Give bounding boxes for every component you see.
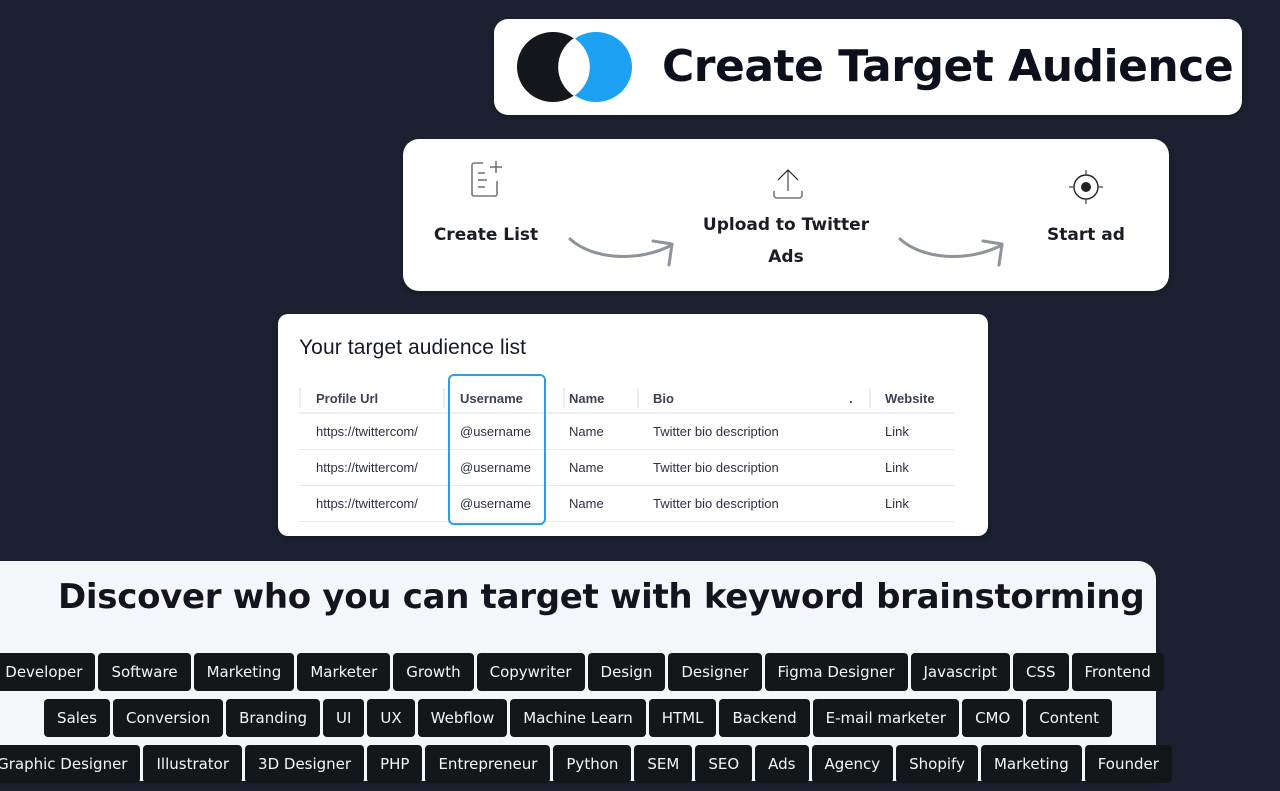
steps-card: Create List Upload to Twitter Ads Start … <box>403 139 1169 291</box>
cell-website[interactable]: Link <box>869 449 955 486</box>
keyword-chip[interactable]: Growth <box>393 653 474 691</box>
target-icon <box>1069 170 1103 204</box>
cell-website[interactable]: Link <box>869 485 955 522</box>
cell-username: @username <box>443 485 563 522</box>
keyword-chip[interactable]: Illustrator <box>143 745 243 783</box>
keyword-chip[interactable]: Copywriter <box>476 653 585 691</box>
keyword-chip[interactable]: Founder <box>1084 745 1172 783</box>
keyword-chip[interactable]: Sales <box>44 699 110 737</box>
step-label: Upload to Twitter <box>702 215 870 235</box>
keyword-brainstorm-card: Discover who you can target with keyword… <box>0 561 1172 783</box>
cell-bio: Twitter bio description <box>637 412 849 450</box>
table-row[interactable]: https://twittercom/ @username Name Twitt… <box>299 412 955 450</box>
cell-extra <box>849 412 869 450</box>
keyword-chip[interactable]: Content <box>1026 699 1112 737</box>
arrow-icon <box>898 237 1004 267</box>
column-header-label: Bio <box>653 390 674 406</box>
keyword-chip[interactable]: Ads <box>755 745 809 783</box>
logo-icon <box>517 32 632 102</box>
keyword-chip[interactable]: 3D Designer <box>245 745 365 783</box>
column-header-label: Name <box>569 390 605 406</box>
keyword-chip[interactable]: Backend <box>719 699 810 737</box>
keyword-chip[interactable]: Branding <box>226 699 320 737</box>
keyword-chip[interactable]: UI <box>322 699 365 737</box>
keyword-chip[interactable]: Frontend <box>1071 653 1164 691</box>
column-header-website[interactable]: Website <box>869 384 955 413</box>
keyword-chip[interactable]: Marketing <box>980 745 1082 783</box>
keyword-chip[interactable]: Javascript <box>910 653 1010 691</box>
column-header-name[interactable]: Name <box>563 384 637 413</box>
column-header-label: Website <box>885 390 935 406</box>
step-upload-twitter-ads[interactable]: Upload to Twitter Ads <box>693 209 879 273</box>
keyword-chip[interactable]: Shopify <box>896 745 978 783</box>
keyword-chip[interactable]: Figma Designer <box>764 653 908 691</box>
keyword-chip[interactable]: Software <box>98 653 191 691</box>
step-label: Start ad <box>1047 225 1125 245</box>
keyword-chip[interactable]: Agency <box>811 745 894 783</box>
table-title: Your target audience list <box>299 336 527 359</box>
keyword-row: Graphic Designer Illustrator 3D Designer PH… <box>0 745 1172 783</box>
keyword-chip[interactable]: PHP <box>367 745 423 783</box>
cell-name: Name <box>563 485 637 522</box>
keyword-chip[interactable]: UX <box>367 699 415 737</box>
table-header-row: Profile Url Username Name Bio . Website <box>299 384 955 413</box>
keyword-chip[interactable]: Graphic Designer <box>0 745 141 783</box>
cell-name: Name <box>563 449 637 486</box>
table-row[interactable]: https://twittercom/ @username Name Twitt… <box>299 485 955 522</box>
keyword-chip[interactable]: CSS <box>1012 653 1069 691</box>
keyword-chip[interactable]: Designer <box>668 653 762 691</box>
cell-website[interactable]: Link <box>869 412 955 450</box>
list-add-icon <box>471 161 502 197</box>
keyword-chip[interactable]: Developer <box>0 653 96 691</box>
keyword-chip[interactable]: Marketing <box>193 653 295 691</box>
title-card: Create Target Audience <box>494 19 1242 115</box>
step-create-list[interactable]: Create List <box>428 219 544 251</box>
cell-extra <box>849 485 869 522</box>
audience-table: Profile Url Username Name Bio . Website … <box>299 384 955 522</box>
keyword-chip[interactable]: E-mail marketer <box>812 699 960 737</box>
keyword-row: Developer Software Marketing Marketer Growth… <box>0 653 1164 691</box>
audience-table-card: Your target audience list Profile Url Us… <box>278 314 988 536</box>
column-header-profile-url[interactable]: Profile Url <box>299 384 443 413</box>
keyword-section-title: Discover who you can target with keyword… <box>58 577 1145 617</box>
column-header-bio[interactable]: Bio <box>637 384 849 413</box>
page-title: Create Target Audience <box>662 41 1234 92</box>
step-start-ad[interactable]: Start ad <box>1031 219 1141 251</box>
keyword-chip[interactable]: CMO <box>962 699 1024 737</box>
keyword-row: Sales Conversion Branding UI UX Webflow Machin… <box>0 699 1156 737</box>
table-row[interactable]: https://twittercom/ @username Name Twitt… <box>299 449 955 486</box>
upload-icon <box>773 169 803 199</box>
keyword-chip[interactable]: HTML <box>648 699 717 737</box>
keyword-chip-list: Developer Software Marketing Marketer Growth… <box>0 653 1172 791</box>
cell-username: @username <box>443 412 563 450</box>
keyword-chip[interactable]: Marketer <box>297 653 391 691</box>
keyword-chip[interactable]: Machine Learn <box>510 699 646 737</box>
arrow-icon <box>568 237 674 267</box>
keyword-chip[interactable]: SEO <box>695 745 753 783</box>
column-header-label: Profile Url <box>316 390 379 406</box>
keyword-chip[interactable]: Python <box>553 745 632 783</box>
cell-name: Name <box>563 412 637 450</box>
cell-profile-url[interactable]: https://twittercom/ <box>299 485 443 522</box>
column-header-label: Username <box>460 390 523 406</box>
cell-profile-url[interactable]: https://twittercom/ <box>299 412 443 450</box>
column-header-label: . <box>849 390 853 406</box>
keyword-chip[interactable]: Webflow <box>417 699 508 737</box>
column-header-extra[interactable]: . <box>849 384 869 413</box>
cell-profile-url[interactable]: https://twittercom/ <box>299 449 443 486</box>
keyword-chip[interactable]: Design <box>587 653 666 691</box>
keyword-chip[interactable]: Entrepreneur <box>425 745 551 783</box>
step-label: Create List <box>433 225 539 245</box>
keyword-chip[interactable]: Conversion <box>112 699 224 737</box>
cell-extra <box>849 449 869 486</box>
cell-username: @username <box>443 449 563 486</box>
column-header-username[interactable]: Username <box>443 384 563 413</box>
cell-bio: Twitter bio description <box>637 485 849 522</box>
cell-bio: Twitter bio description <box>637 449 849 486</box>
step-label-line2: Ads <box>768 247 804 267</box>
keyword-chip[interactable]: SEM <box>634 745 693 783</box>
